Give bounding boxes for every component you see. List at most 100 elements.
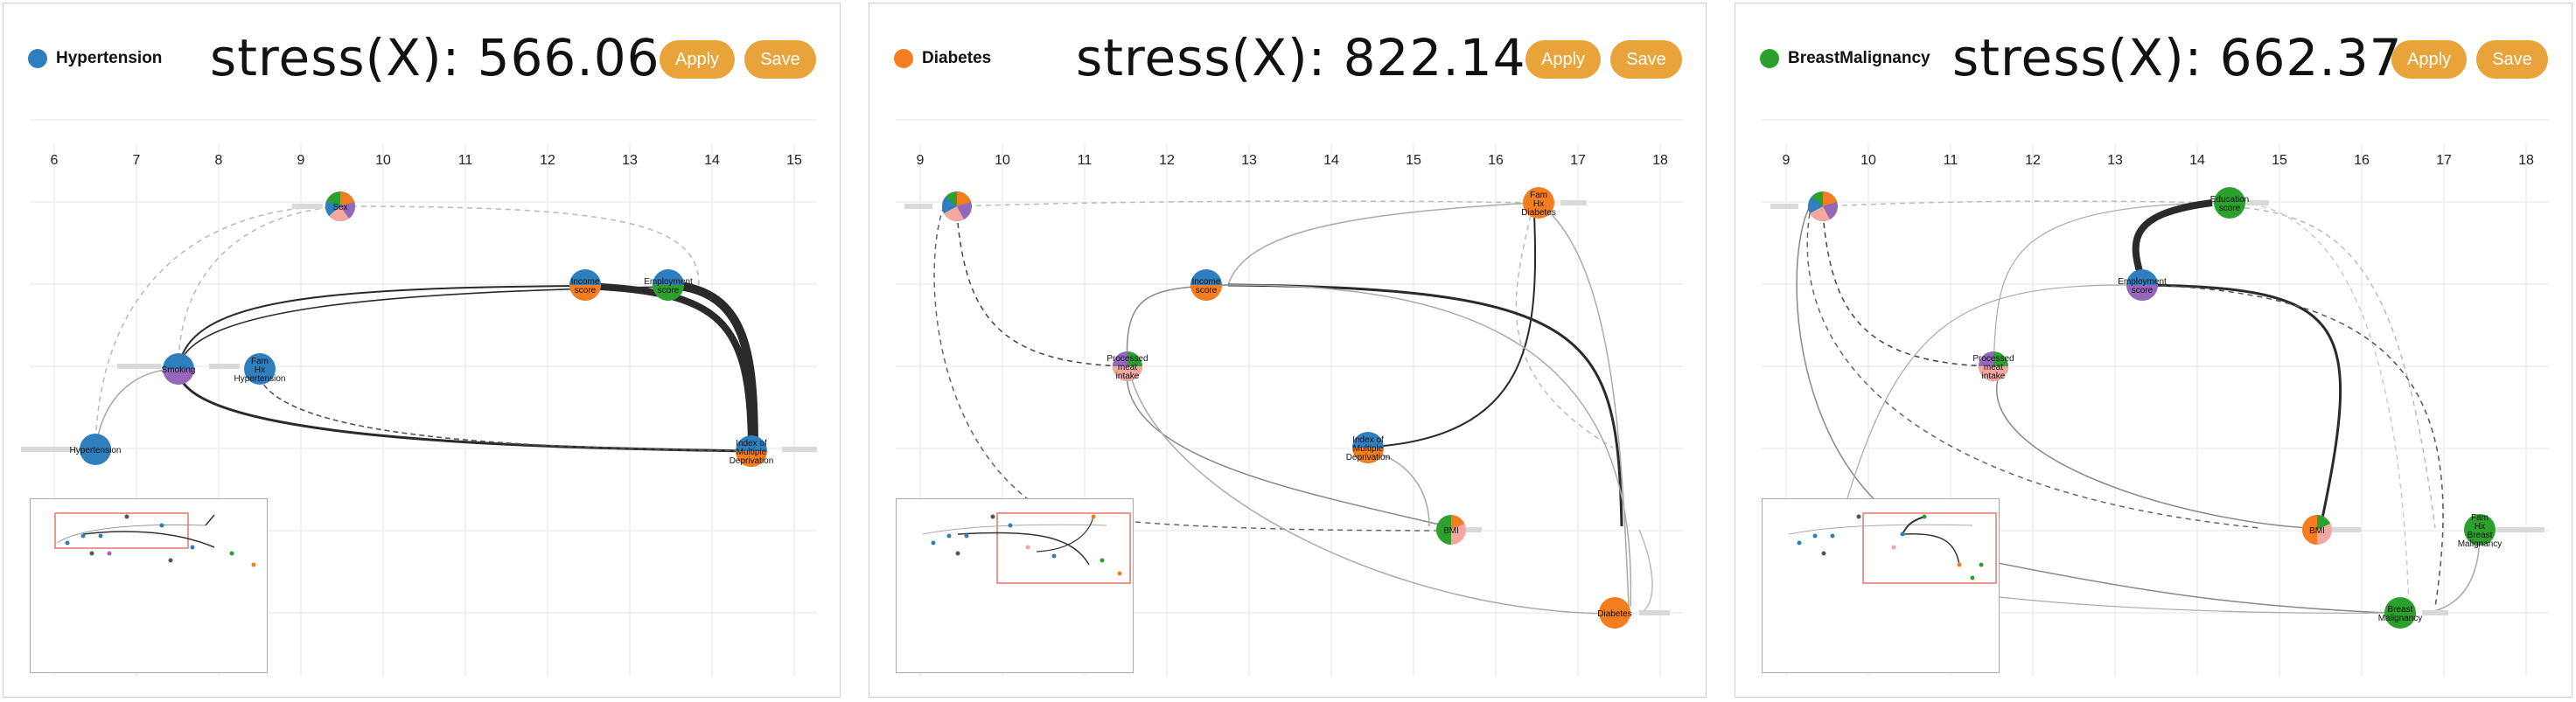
edge bbox=[1638, 529, 1653, 615]
edge bbox=[1126, 365, 1448, 527]
tick-label: 17 bbox=[2436, 153, 2452, 168]
tick-label: 9 bbox=[1783, 153, 1791, 168]
graph-node-diabetes[interactable]: Diabetes bbox=[1597, 597, 1632, 629]
minimap[interactable] bbox=[896, 498, 1134, 673]
node-label: Breast Malignancy bbox=[2378, 605, 2423, 623]
tick-label: 8 bbox=[215, 153, 223, 168]
tick-label: 12 bbox=[2025, 153, 2041, 168]
panel-hypertension: Hypertension stress(X): 566.06 Apply Sav… bbox=[3, 3, 841, 698]
node-label: Diabetes bbox=[1597, 609, 1631, 619]
edge bbox=[178, 205, 341, 370]
graph-node-processed-meat[interactable]: Processed meat intake bbox=[1106, 351, 1148, 381]
graph-node-bmi[interactable]: BMI bbox=[1436, 515, 1466, 545]
graph-node-sex[interactable]: Sex bbox=[325, 191, 355, 222]
tick-label: 10 bbox=[375, 153, 391, 168]
graph-node-imd[interactable]: Index of Multiple Deprivation bbox=[730, 435, 774, 467]
tick-label: 14 bbox=[704, 153, 720, 168]
x-ticks: 9 10 11 12 13 14 15 16 17 18 bbox=[917, 153, 1668, 168]
tick-label: 12 bbox=[1159, 153, 1175, 168]
edge bbox=[344, 205, 700, 286]
tick-label: 17 bbox=[1570, 153, 1586, 168]
graph-node-employment[interactable]: Employment score bbox=[644, 269, 693, 301]
edge bbox=[1515, 205, 1614, 448]
node-label: Employment score bbox=[2118, 277, 2167, 295]
x-ticks: 6 7 8 9 10 11 12 13 14 15 bbox=[51, 153, 802, 168]
panel-diabetes: Diabetes stress(X): 822.14 Apply Save 9 … bbox=[869, 3, 1707, 698]
tick-label: 13 bbox=[1241, 153, 1257, 168]
edge bbox=[1806, 212, 2261, 529]
edge bbox=[1131, 379, 1623, 615]
edge bbox=[178, 285, 586, 370]
node-label: Income score bbox=[1192, 277, 1221, 295]
tick-label: 13 bbox=[2107, 153, 2123, 168]
tick-label: 14 bbox=[2189, 153, 2205, 168]
minimap[interactable] bbox=[1762, 498, 2000, 673]
edge bbox=[933, 205, 1448, 532]
tick-label: 15 bbox=[1406, 153, 1421, 168]
tick-label: 12 bbox=[540, 153, 555, 168]
graph-node-breast-malignancy[interactable]: Breast Malignancy bbox=[2378, 597, 2423, 629]
tick-label: 11 bbox=[458, 153, 473, 168]
edge bbox=[1822, 212, 1990, 367]
panel-breast-malignancy: BreastMalignancy stress(X): 662.37 Apply… bbox=[1735, 3, 2573, 698]
edge bbox=[1358, 212, 1537, 448]
graph-node-smoking[interactable]: Smoking bbox=[162, 353, 196, 385]
tick-label: 11 bbox=[1944, 153, 1958, 168]
edges bbox=[21, 204, 817, 453]
graph-node-hypertension[interactable]: Hypertension bbox=[70, 434, 122, 465]
graph-node-top[interactable] bbox=[941, 191, 972, 222]
edge bbox=[2141, 284, 2444, 608]
edge bbox=[2141, 283, 2342, 532]
nodes[interactable]: Sex Income score Employment score Smoking … bbox=[70, 191, 774, 467]
edge bbox=[256, 368, 752, 452]
tick-label: 18 bbox=[2518, 153, 2534, 168]
graph-node-employment[interactable]: Employment score bbox=[2118, 269, 2167, 301]
tick-label: 16 bbox=[1488, 153, 1504, 168]
minimap-canvas[interactable] bbox=[897, 499, 1134, 674]
graph-node-education[interactable]: Education score bbox=[2210, 187, 2249, 219]
minimap-canvas[interactable] bbox=[31, 499, 269, 674]
node-label: Sex bbox=[332, 203, 347, 212]
minimap[interactable] bbox=[30, 498, 268, 673]
edge bbox=[1542, 205, 1630, 608]
node-label: Hypertension bbox=[70, 446, 122, 455]
graph-node-income[interactable]: Income score bbox=[569, 269, 601, 301]
tick-label: 9 bbox=[917, 153, 925, 168]
node-label: Smoking bbox=[162, 365, 196, 375]
tick-label: 6 bbox=[51, 153, 59, 168]
graph-node-fam-hx-breast[interactable]: Fam Hx Breast Malignancy bbox=[2458, 513, 2503, 549]
tick-label: 11 bbox=[1078, 153, 1093, 168]
node-label: BMI bbox=[2309, 526, 2325, 536]
minimap-viewport bbox=[996, 512, 1131, 584]
tick-label: 15 bbox=[786, 153, 802, 168]
node-label: Income score bbox=[571, 277, 600, 295]
graph-node-fam-hx-diabetes[interactable]: Fam Hx Diabetes bbox=[1521, 187, 1556, 219]
tick-label: 14 bbox=[1323, 153, 1339, 168]
graph-node-top[interactable] bbox=[1807, 191, 1838, 222]
node-label: BMI bbox=[1443, 526, 1459, 536]
edge bbox=[1227, 202, 1533, 286]
tick-label: 16 bbox=[2354, 153, 2370, 168]
edge bbox=[1227, 283, 1623, 527]
graph-node-income[interactable]: Income score bbox=[1190, 269, 1222, 301]
edge bbox=[956, 212, 1124, 367]
tick-label: 10 bbox=[1860, 153, 1876, 168]
edge bbox=[2132, 199, 2213, 281]
tick-label: 18 bbox=[1652, 153, 1668, 168]
minimap-canvas[interactable] bbox=[1763, 499, 2000, 674]
graph-node-family-history[interactable]: Fam Hx Hypertension bbox=[234, 353, 286, 385]
tick-label: 13 bbox=[622, 153, 638, 168]
edge bbox=[1227, 284, 1632, 608]
edge bbox=[1995, 379, 2309, 529]
tick-label: 7 bbox=[133, 153, 141, 168]
tick-label: 9 bbox=[297, 153, 305, 168]
node-label: Fam Hx Hypertension bbox=[234, 357, 286, 384]
tick-label: 10 bbox=[995, 153, 1010, 168]
tick-label: 15 bbox=[2272, 153, 2287, 168]
minimap-viewport bbox=[54, 512, 189, 549]
x-ticks: 9 10 11 12 13 14 15 16 17 18 bbox=[1783, 153, 2534, 168]
graph-node-bmi[interactable]: BMI bbox=[2302, 515, 2332, 545]
graph-node-processed-meat[interactable]: Processed meat intake bbox=[1972, 351, 2014, 381]
graph-node-imd[interactable]: Index of Multiple Deprivation bbox=[1346, 432, 1391, 463]
edge bbox=[2242, 202, 2410, 608]
